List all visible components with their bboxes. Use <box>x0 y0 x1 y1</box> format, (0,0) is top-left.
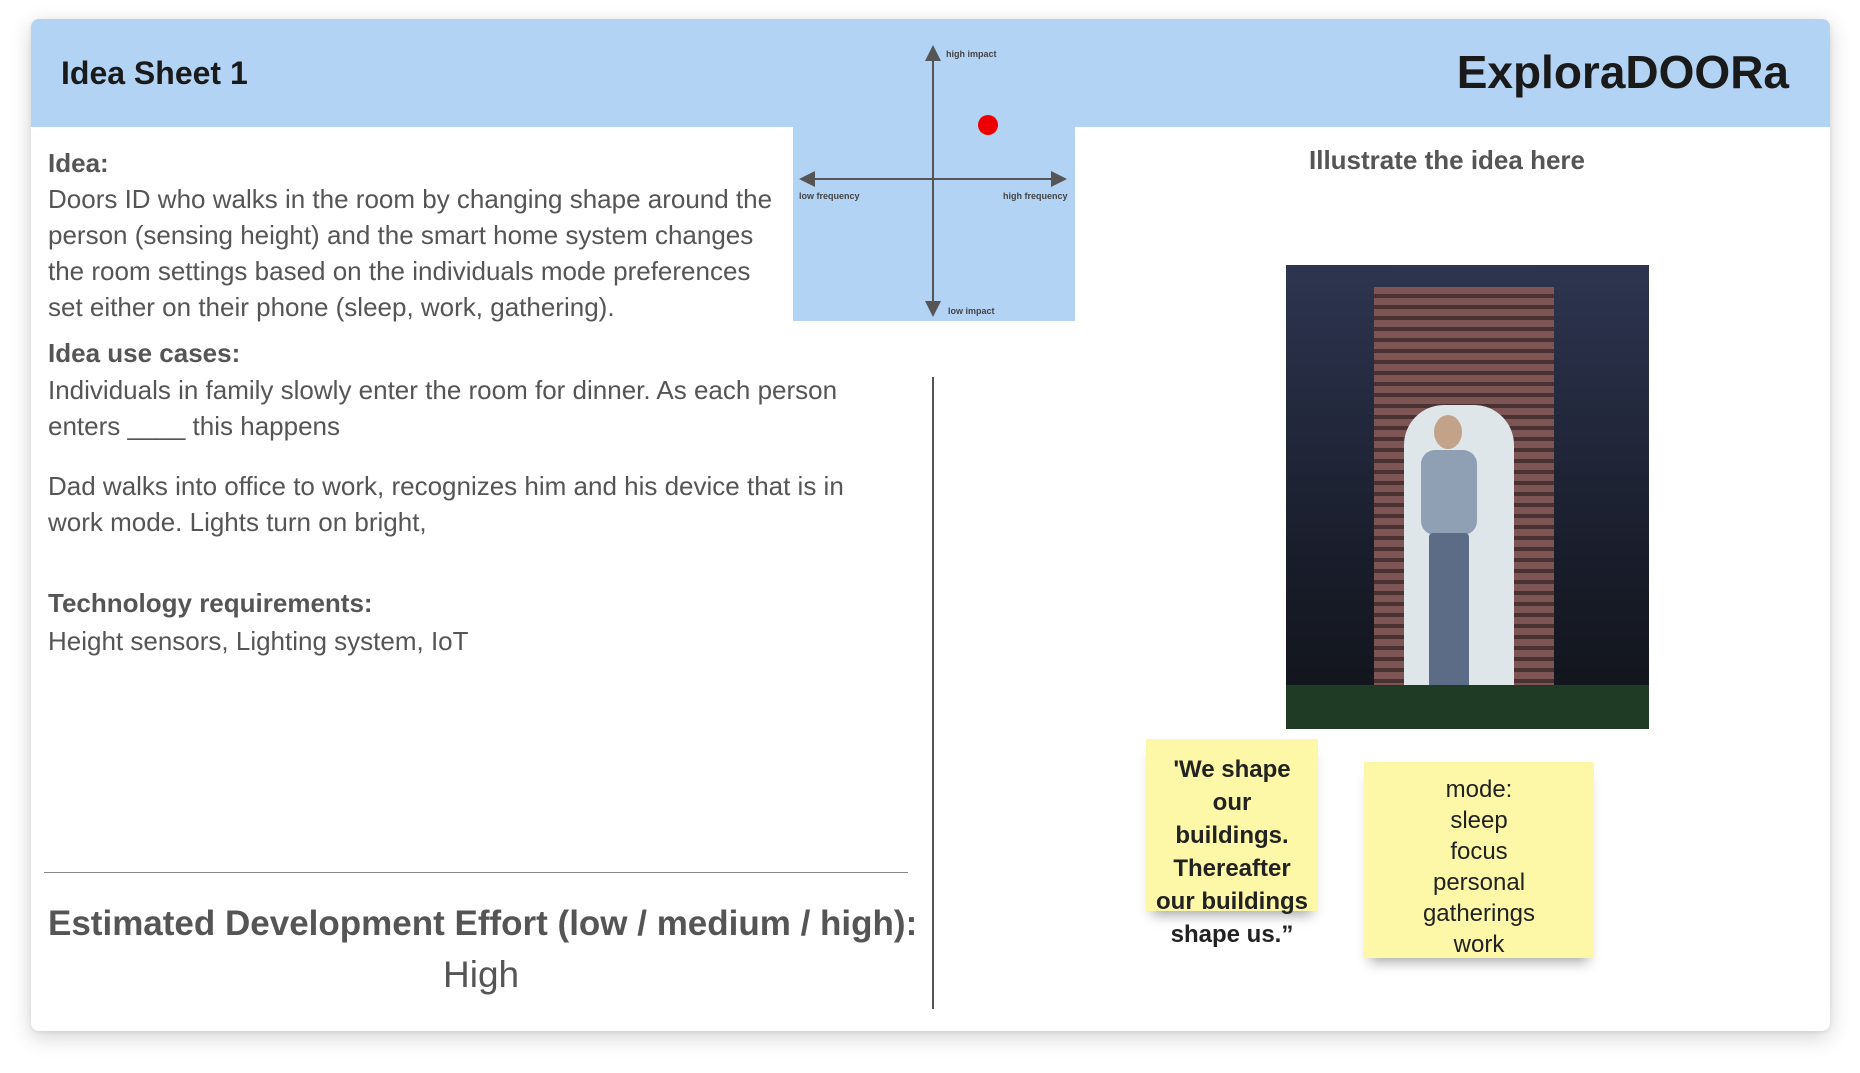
quote-line: Thereafter <box>1173 855 1291 882</box>
sticky-note-modes[interactable]: mode: sleep focus personal gatherings wo… <box>1364 762 1594 958</box>
axis-label-low-frequency: low frequency <box>799 191 860 201</box>
idea-label: Idea: <box>48 148 109 178</box>
technology-value: Height sensors, Lighting system, IoT <box>48 626 469 656</box>
quote-line: 'We shape <box>1173 756 1291 783</box>
mode-line: personal <box>1432 869 1526 896</box>
use-case-2: Dad walks into office to work, recognize… <box>48 468 844 540</box>
mode-line: mode: <box>1445 776 1513 803</box>
effort-value: High <box>443 954 520 995</box>
floor <box>1286 685 1649 729</box>
mode-line: work <box>1453 931 1505 958</box>
axis-label-high-frequency: high frequency <box>1003 191 1068 201</box>
axis-label-high-impact: high impact <box>946 49 997 59</box>
mode-line: sleep <box>1450 807 1508 834</box>
person-figure-body <box>1421 450 1477 535</box>
technology-label: Technology requirements: <box>48 588 373 618</box>
use-case-line: Individuals in family slowly enter the r… <box>48 375 838 405</box>
idea-line: set either on their phone (sleep, work, … <box>48 292 615 322</box>
mode-line: gatherings <box>1422 900 1536 927</box>
person-figure <box>1434 415 1462 449</box>
idea-line: person (sensing height) and the smart ho… <box>48 220 754 250</box>
use-case-line: Dad walks into office to work, recognize… <box>48 471 844 501</box>
idea-position-marker[interactable] <box>978 114 999 135</box>
person-figure-legs <box>1429 533 1469 693</box>
sticky-note-quote[interactable]: 'We shape our buildings. Thereafter our … <box>1146 739 1318 948</box>
horizontal-divider <box>44 872 908 873</box>
mode-line: focus <box>1450 838 1508 865</box>
matrix-axes <box>799 45 1067 317</box>
door-illustration-image[interactable] <box>1286 265 1649 729</box>
idea-line: the room settings based on the individua… <box>48 256 751 286</box>
idea-line: Doors ID who walks in the room by changi… <box>48 184 773 214</box>
app-title: ExploraDOORa <box>1456 46 1789 98</box>
idea-description: Doors ID who walks in the room by changi… <box>48 181 772 325</box>
quote-line: our buildings. <box>1175 789 1289 849</box>
axis-label-low-impact: low impact <box>948 306 995 316</box>
use-case-line: work mode. Lights turn on bright, <box>48 507 427 537</box>
sheet-title: Idea Sheet 1 <box>61 55 248 91</box>
impact-frequency-matrix: high impact low impact low frequency hig… <box>793 19 1075 321</box>
idea-sheet-card: Idea Sheet 1 ExploraDOORa high impact lo… <box>31 19 1830 1031</box>
vertical-divider <box>932 377 934 1009</box>
quote-line: our buildings <box>1156 888 1308 915</box>
use-case-1: Individuals in family slowly enter the r… <box>48 372 837 444</box>
quote-line: shape us.” <box>1170 921 1294 948</box>
illustration-title: Illustrate the idea here <box>1309 145 1585 175</box>
use-cases-label: Idea use cases: <box>48 338 241 368</box>
effort-label: Estimated Development Effort (low / medi… <box>48 904 918 943</box>
use-case-line: enters ____ this happens <box>48 411 340 441</box>
